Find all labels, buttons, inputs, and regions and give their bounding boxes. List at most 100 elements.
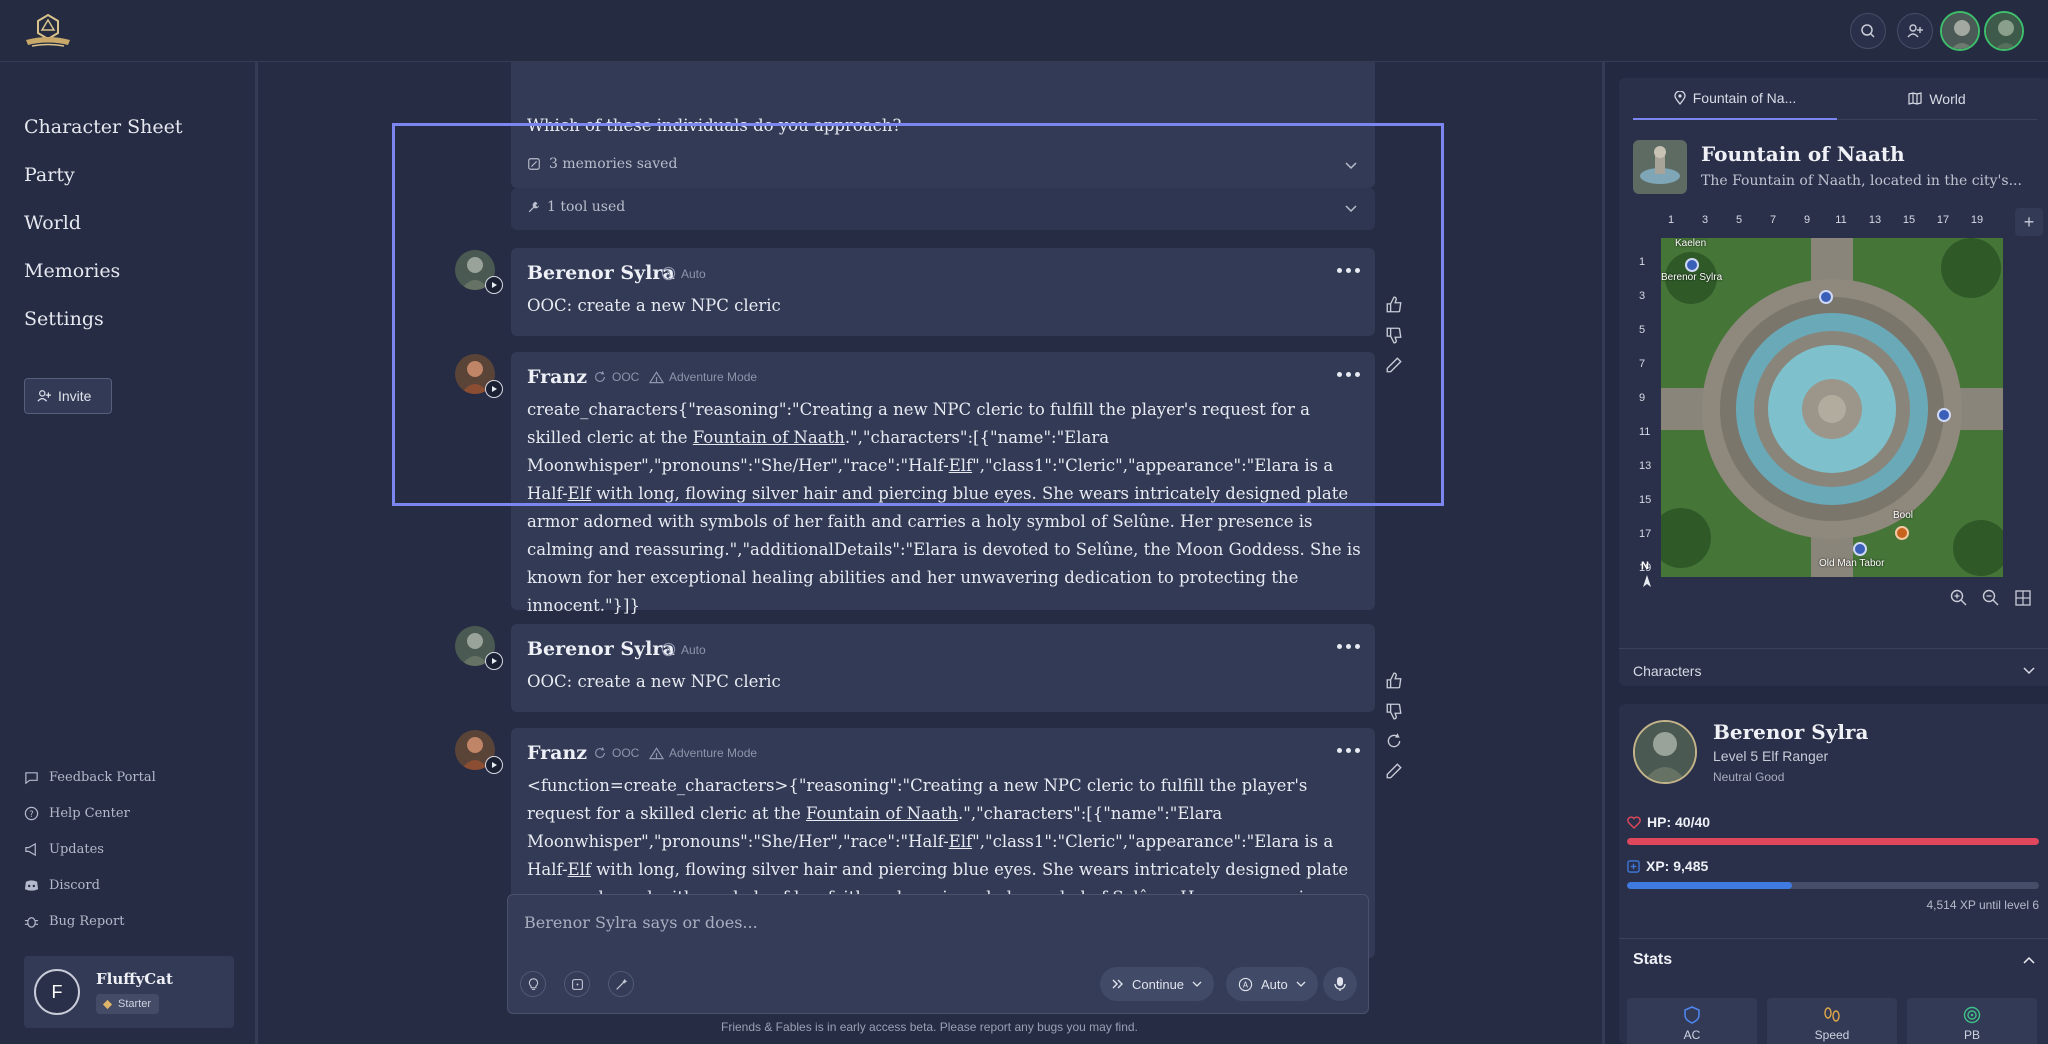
play-icon bbox=[492, 386, 497, 392]
feedback-portal-link[interactable]: Feedback Portal bbox=[24, 770, 156, 785]
thumbs-up-icon[interactable] bbox=[1385, 672, 1403, 690]
play-audio-button[interactable] bbox=[485, 756, 503, 774]
add-friend-button[interactable] bbox=[1897, 13, 1933, 49]
right-panel: Fountain of Na... World Fountain of Naat… bbox=[1602, 62, 2048, 1044]
grid-col-label: 13 bbox=[1868, 214, 1882, 226]
discord-link[interactable]: Discord bbox=[24, 878, 100, 893]
chevron-up-icon bbox=[2023, 956, 2035, 964]
magic-wand-button[interactable] bbox=[608, 971, 634, 997]
ooc-tag: OOC bbox=[593, 746, 639, 760]
grid-toggle-icon[interactable] bbox=[2013, 588, 2033, 608]
map-token[interactable] bbox=[1819, 290, 1833, 304]
nav-memories[interactable]: Memories bbox=[24, 260, 120, 282]
mode-tag: Adventure Mode bbox=[649, 370, 757, 384]
bug-report-link[interactable]: Bug Report bbox=[24, 914, 124, 929]
invite-button[interactable]: Invite bbox=[24, 378, 112, 414]
map-token-label: Bool bbox=[1893, 510, 1914, 521]
auto-icon: A bbox=[661, 642, 676, 657]
dice-roll-button[interactable] bbox=[564, 971, 590, 997]
thumbs-down-icon[interactable] bbox=[1385, 326, 1403, 344]
map-token[interactable] bbox=[1937, 408, 1951, 422]
race-link[interactable]: Elf bbox=[949, 832, 972, 851]
footprints-icon bbox=[1824, 1007, 1840, 1022]
location-link[interactable]: Fountain of Naath bbox=[693, 428, 845, 447]
map-token[interactable] bbox=[1895, 526, 1909, 540]
thumbs-up-icon[interactable] bbox=[1385, 296, 1403, 314]
stat-speed: Speed 30ft bbox=[1767, 998, 1897, 1044]
message-text: OOC: create a new NPC cleric bbox=[527, 672, 781, 691]
continue-dropdown[interactable]: Continue bbox=[1100, 967, 1215, 1001]
updates-link[interactable]: Updates bbox=[24, 842, 104, 857]
edit-pencil-icon[interactable] bbox=[1385, 762, 1403, 780]
grid-row-label: 9 bbox=[1639, 392, 1646, 404]
message-options-button[interactable] bbox=[1335, 368, 1361, 380]
edit-pencil-icon[interactable] bbox=[1385, 356, 1403, 374]
battle-map[interactable]: Kaelen Berenor Sylra Bool Old Man Tabor bbox=[1661, 238, 2003, 577]
tab-world[interactable]: World bbox=[1837, 78, 2037, 120]
search-icon bbox=[1861, 24, 1875, 38]
nav-settings[interactable]: Settings bbox=[24, 308, 104, 330]
thumbs-down-icon[interactable] bbox=[1385, 702, 1403, 720]
map-token[interactable] bbox=[1853, 542, 1867, 556]
nav-party[interactable]: Party bbox=[24, 164, 75, 186]
grid-col-label: 17 bbox=[1936, 214, 1950, 226]
hp-label-row: HP: 40/40 bbox=[1627, 814, 1710, 830]
tools-used-row[interactable]: 1 tool used bbox=[511, 188, 1375, 230]
hp-bar bbox=[1627, 838, 2039, 845]
idea-button[interactable] bbox=[520, 971, 546, 997]
zoom-in-icon[interactable] bbox=[1949, 588, 1969, 608]
chevron-down-icon[interactable] bbox=[1345, 205, 1357, 213]
race-link[interactable]: Elf bbox=[568, 484, 591, 503]
message-options-button[interactable] bbox=[1335, 744, 1361, 756]
memories-saved-row[interactable]: 3 memories saved bbox=[527, 156, 677, 172]
message-author: Franz bbox=[527, 366, 588, 388]
character-card: Berenor Sylra Level 5 Elf Ranger Neutral… bbox=[1619, 704, 2048, 1044]
message-options-button[interactable] bbox=[1335, 264, 1361, 276]
tier-label: Starter bbox=[118, 998, 152, 1010]
message-input[interactable] bbox=[524, 913, 1344, 932]
help-center-link[interactable]: ? Help Center bbox=[24, 806, 130, 821]
regenerate-icon[interactable] bbox=[1385, 732, 1403, 750]
grid-row-label: 15 bbox=[1639, 494, 1652, 506]
chevron-down-icon[interactable] bbox=[1345, 162, 1357, 170]
tools-used-label: 1 tool used bbox=[547, 199, 626, 215]
characters-section[interactable]: Characters bbox=[1619, 648, 2048, 688]
memories-saved-label: 3 memories saved bbox=[549, 156, 678, 172]
character-portrait[interactable] bbox=[1633, 720, 1697, 784]
user-profile-avatar[interactable] bbox=[1984, 11, 2024, 51]
auto-icon: A bbox=[661, 266, 676, 281]
stats-section-header[interactable]: Stats bbox=[1619, 938, 2048, 980]
character-alignment: Neutral Good bbox=[1713, 770, 1785, 784]
play-audio-button[interactable] bbox=[485, 652, 503, 670]
nav-character-sheet[interactable]: Character Sheet bbox=[24, 116, 183, 138]
location-link[interactable]: Fountain of Naath bbox=[806, 804, 958, 823]
message-options-button[interactable] bbox=[1335, 640, 1361, 652]
play-icon bbox=[492, 282, 497, 288]
app-logo[interactable] bbox=[22, 12, 74, 50]
grid-col-label: 19 bbox=[1970, 214, 1984, 226]
add-token-button[interactable]: + bbox=[2015, 208, 2043, 236]
grid-row-label: 7 bbox=[1639, 358, 1646, 370]
race-link[interactable]: Elf bbox=[949, 456, 972, 475]
user-card[interactable]: F FluffyCat Starter bbox=[24, 956, 234, 1028]
zoom-out-icon[interactable] bbox=[1981, 588, 2001, 608]
help-circle-icon: ? bbox=[24, 806, 39, 821]
search-button[interactable] bbox=[1850, 13, 1886, 49]
voice-input-button[interactable] bbox=[1323, 967, 1357, 1001]
location-card: Fountain of Na... World Fountain of Naat… bbox=[1619, 78, 2048, 686]
message-text: create_characters{"reasoning":"Creating … bbox=[527, 400, 1361, 615]
tab-location-label: Fountain of Na... bbox=[1692, 90, 1797, 106]
dice-icon bbox=[571, 978, 583, 990]
map-token[interactable] bbox=[1685, 258, 1699, 272]
tab-location[interactable]: Fountain of Na... bbox=[1633, 78, 1837, 120]
play-audio-button[interactable] bbox=[485, 276, 503, 294]
bug-report-label: Bug Report bbox=[49, 914, 125, 929]
auto-mode-dropdown[interactable]: A Auto bbox=[1226, 967, 1318, 1001]
nav-world[interactable]: World bbox=[24, 212, 81, 234]
invite-label: Invite bbox=[58, 388, 92, 404]
race-link[interactable]: Elf bbox=[568, 860, 591, 879]
top-bar bbox=[0, 0, 2048, 62]
character-avatar[interactable] bbox=[1940, 11, 1980, 51]
svg-text:A: A bbox=[666, 269, 672, 278]
play-audio-button[interactable] bbox=[485, 380, 503, 398]
